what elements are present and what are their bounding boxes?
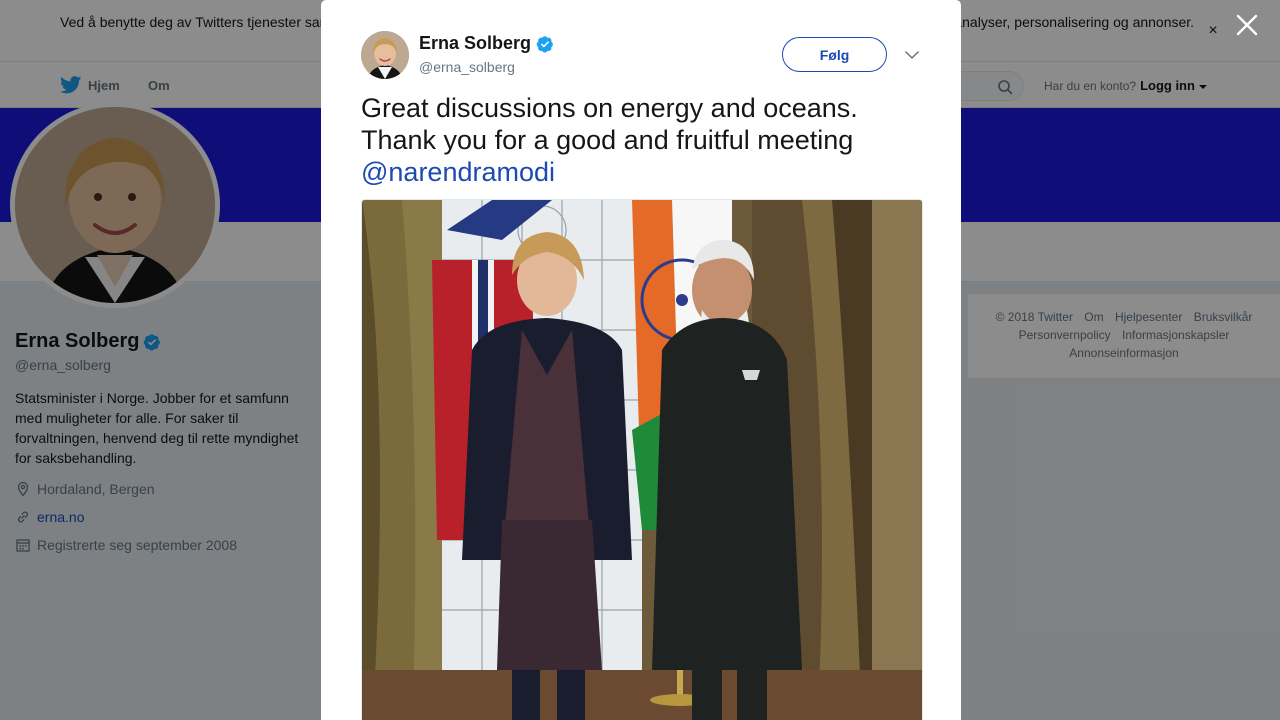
tweet-modal: Erna Solberg @erna_solberg Følg Great di… <box>321 0 961 720</box>
follow-button[interactable]: Følg <box>782 37 887 72</box>
chevron-down-icon[interactable] <box>903 46 921 64</box>
tweet-author-name-text: Erna Solberg <box>419 33 532 53</box>
tweet-mention-link[interactable]: @narendramodi <box>361 157 555 187</box>
tweet-text: Great discussions on energy and oceans. … <box>361 92 921 188</box>
tweet-photo[interactable] <box>361 199 923 720</box>
close-icon[interactable] <box>1234 12 1260 38</box>
tweet-text-body: Great discussions on energy and oceans. … <box>361 93 858 155</box>
tweet-author-name[interactable]: Erna Solberg <box>419 33 554 54</box>
tweet-author-handle[interactable]: @erna_solberg <box>419 59 515 75</box>
tweet-author-avatar[interactable] <box>361 31 409 79</box>
verified-icon <box>536 35 553 52</box>
